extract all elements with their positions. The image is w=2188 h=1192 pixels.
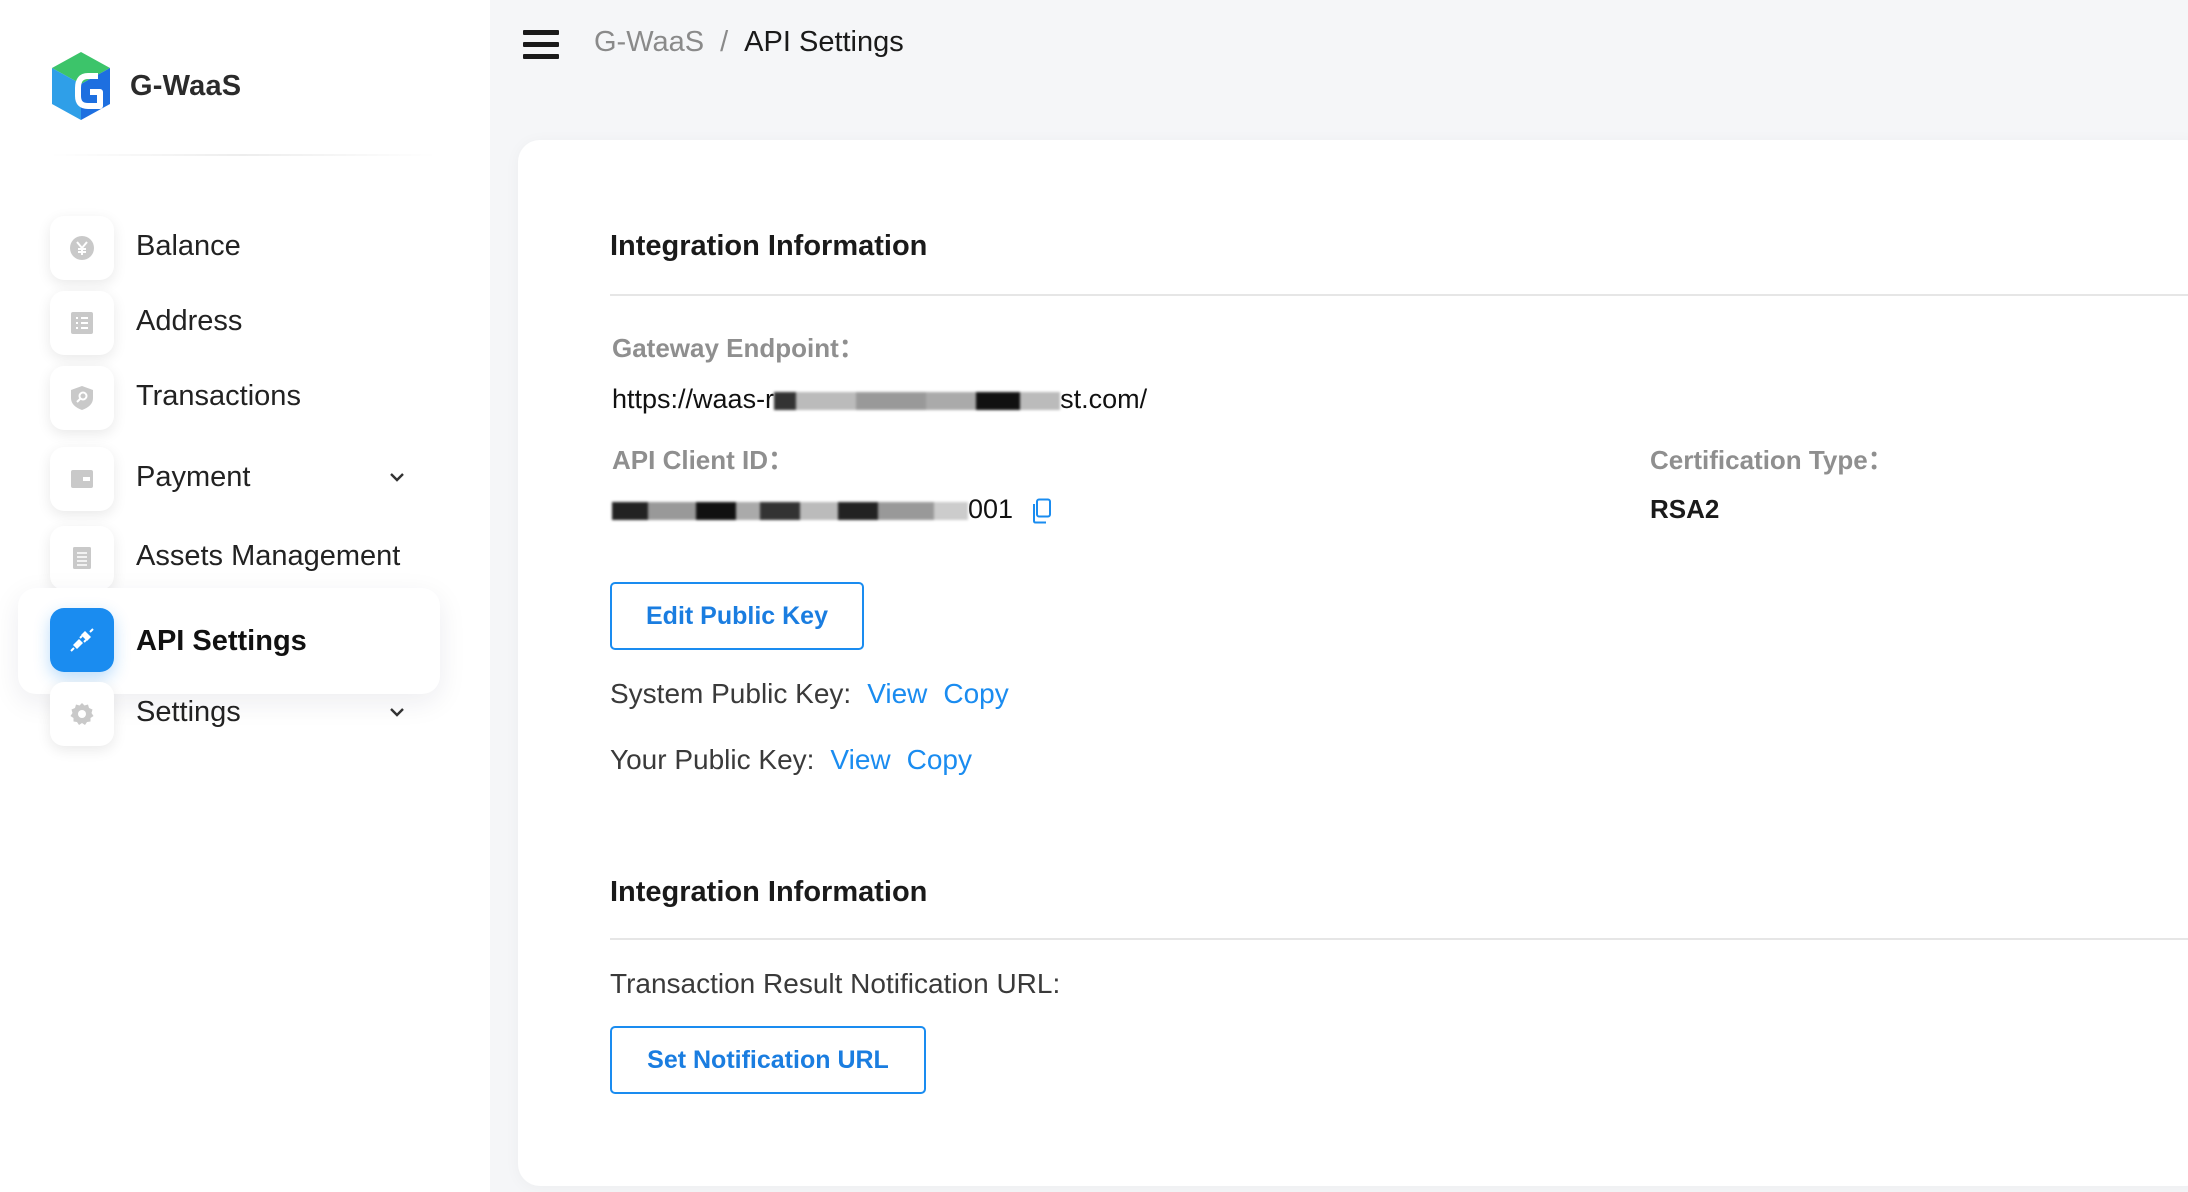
sidebar-item-assets-management[interactable]: Assets Management: [18, 514, 440, 598]
certification-type-label: Certification Type：: [1650, 445, 1894, 475]
gateway-endpoint-prefix: https://waas-r: [612, 384, 775, 414]
shield-key-icon: [50, 366, 114, 430]
set-notification-url-button[interactable]: Set Notification URL: [610, 1026, 926, 1094]
gateway-endpoint-suffix: st.com/: [1060, 384, 1148, 414]
redacted-text: [612, 494, 968, 524]
sidebar-item-balance[interactable]: Balance: [18, 204, 440, 288]
sidebar-item-payment[interactable]: Payment: [18, 435, 440, 519]
sidebar-item-label: Transactions: [136, 379, 301, 412]
copy-icon[interactable]: [1031, 498, 1053, 524]
section-divider: [610, 938, 2188, 940]
breadcrumb-root[interactable]: G-WaaS: [594, 26, 704, 59]
plug-connector-icon: [50, 608, 114, 672]
sidebar-item-transactions[interactable]: Transactions: [18, 354, 440, 438]
api-client-id-value: 001: [612, 494, 1053, 525]
system-public-key-label: System Public Key:: [610, 678, 852, 709]
api-client-id-suffix: 001: [968, 494, 1014, 524]
brand[interactable]: G-WaaS: [48, 48, 241, 124]
list-card-icon: [50, 291, 114, 355]
yen-coin-icon: [50, 216, 114, 280]
gateway-endpoint-value: https://waas-r st.com/: [612, 384, 1147, 415]
notification-url-label: Transaction Result Notification URL:: [610, 968, 1061, 999]
sidebar-item-label: Balance: [136, 229, 241, 262]
section-title-notification: Integration Information: [610, 876, 928, 908]
brand-divider: [48, 154, 438, 156]
sidebar-item-label: API Settings: [136, 624, 307, 657]
api-client-id-label: API Client ID：: [612, 445, 795, 475]
gateway-endpoint-label: Gateway Endpoint：: [612, 333, 865, 363]
section-title-integration: Integration Information: [610, 230, 928, 262]
sidebar-item-label: Assets Management: [136, 539, 401, 572]
your-public-key-row: Your Public Key: View Copy: [610, 744, 972, 776]
your-public-key-label: Your Public Key:: [610, 744, 815, 775]
sidebar-item-label: Address: [136, 304, 243, 337]
gear-icon: [50, 682, 114, 746]
redacted-text: [774, 384, 1061, 414]
breadcrumb-current: API Settings: [744, 26, 904, 58]
chevron-down-icon[interactable]: [386, 701, 408, 723]
breadcrumb: G-WaaS / API Settings: [594, 26, 904, 59]
edit-public-key-button[interactable]: Edit Public Key: [610, 582, 864, 650]
system-key-copy-link[interactable]: Copy: [943, 678, 1008, 710]
sidebar-item-settings[interactable]: Settings: [18, 670, 440, 754]
sidebar-item-label: Payment: [136, 460, 251, 493]
certification-type-value: RSA2: [1650, 494, 1720, 524]
brand-name: G-WaaS: [130, 69, 242, 102]
g-cube-logo: [52, 52, 110, 120]
your-key-copy-link[interactable]: Copy: [907, 744, 972, 776]
sidebar-item-label: Settings: [136, 695, 241, 728]
sidebar-item-address[interactable]: Address: [18, 279, 440, 363]
breadcrumb-separator: /: [720, 26, 729, 58]
your-key-view-link[interactable]: View: [830, 744, 890, 776]
system-public-key-row: System Public Key: View Copy: [610, 678, 1009, 710]
system-key-view-link[interactable]: View: [867, 678, 927, 710]
chevron-down-icon[interactable]: [386, 466, 408, 488]
section-divider: [610, 294, 2188, 296]
menu-toggle-icon[interactable]: [523, 30, 559, 60]
wallet-card-icon: [50, 447, 114, 511]
sidebar: G-WaaS Balance Address Transactions Paym…: [0, 0, 490, 1192]
document-stack-icon: [50, 526, 114, 590]
